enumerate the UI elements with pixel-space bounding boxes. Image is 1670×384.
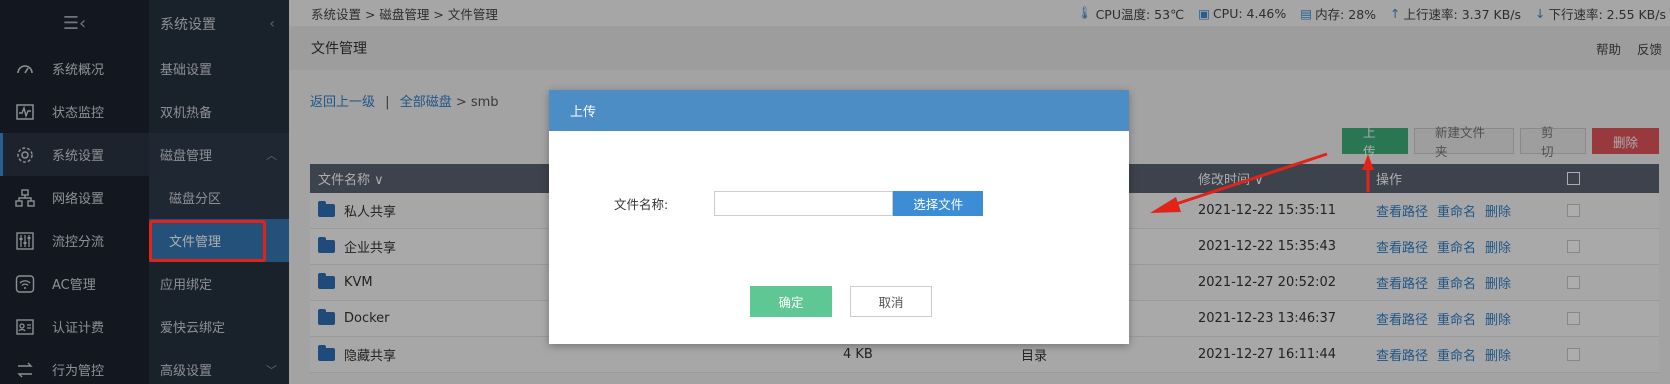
cancel-button[interactable]: 取消 bbox=[850, 286, 932, 317]
upload-dialog: 上传 文件名称: 选择文件 确定 取消 bbox=[549, 90, 1129, 344]
choose-file-button[interactable]: 选择文件 bbox=[893, 191, 984, 216]
confirm-button[interactable]: 确定 bbox=[750, 286, 832, 317]
dialog-header: 上传 bbox=[549, 90, 1129, 131]
annotation-highlight-box bbox=[149, 220, 266, 262]
file-name-input[interactable] bbox=[714, 191, 894, 216]
file-name-label: 文件名称: bbox=[614, 197, 669, 212]
dialog-title: 上传 bbox=[570, 105, 597, 120]
file-name-field: 文件名称: 选择文件 bbox=[614, 191, 984, 216]
